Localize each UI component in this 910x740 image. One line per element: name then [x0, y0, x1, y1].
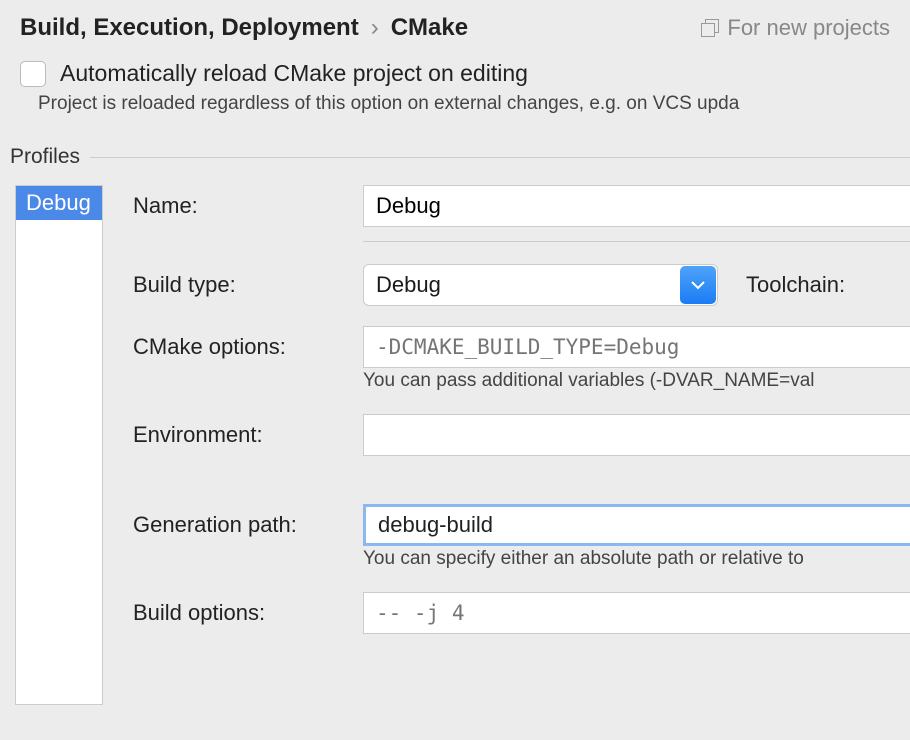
environment-input[interactable]	[363, 414, 910, 456]
breadcrumb: Build, Execution, Deployment › CMake	[20, 14, 468, 42]
chevron-down-icon	[680, 266, 716, 304]
auto-reload-checkbox[interactable]	[20, 61, 46, 87]
profile-item-debug[interactable]: Debug	[16, 186, 102, 220]
auto-reload-section: Automatically reload CMake project on ed…	[0, 52, 910, 127]
for-new-projects-indicator: For new projects	[701, 15, 890, 41]
copy-icon	[701, 19, 719, 37]
generation-path-label: Generation path:	[133, 512, 363, 538]
toolchain-label: Toolchain:	[746, 272, 845, 298]
name-label: Name:	[133, 193, 363, 219]
cmake-options-hint: You can pass additional variables (-DVAR…	[363, 370, 910, 392]
build-type-select[interactable]: Debug	[363, 264, 718, 306]
settings-header: Build, Execution, Deployment › CMake For…	[0, 0, 910, 52]
profiles-list[interactable]: Debug	[15, 185, 103, 705]
breadcrumb-current: CMake	[391, 14, 468, 42]
auto-reload-description: Project is reloaded regardless of this o…	[38, 93, 890, 115]
build-type-value: Debug	[363, 264, 718, 306]
name-input[interactable]	[363, 185, 910, 227]
profiles-divider	[90, 157, 910, 158]
breadcrumb-parent[interactable]: Build, Execution, Deployment	[20, 14, 359, 42]
cmake-options-label: CMake options:	[133, 334, 363, 360]
build-type-label: Build type:	[133, 272, 363, 298]
build-options-input[interactable]	[363, 592, 910, 634]
build-options-label: Build options:	[133, 600, 363, 626]
environment-label: Environment:	[133, 422, 363, 448]
auto-reload-label[interactable]: Automatically reload CMake project on ed…	[60, 60, 528, 87]
profile-form: Name: Build type: Debug Toolchain: CMake…	[103, 185, 910, 705]
breadcrumb-separator-icon: ›	[371, 14, 379, 42]
form-divider	[363, 241, 910, 242]
generation-path-input[interactable]	[363, 504, 910, 546]
generation-path-hint: You can specify either an absolute path …	[363, 548, 910, 570]
profiles-section: Profiles Debug Name: Build type: Debug	[0, 127, 910, 705]
cmake-options-input[interactable]	[363, 326, 910, 368]
profiles-title: Profiles	[10, 145, 80, 169]
for-new-projects-label: For new projects	[727, 15, 890, 41]
